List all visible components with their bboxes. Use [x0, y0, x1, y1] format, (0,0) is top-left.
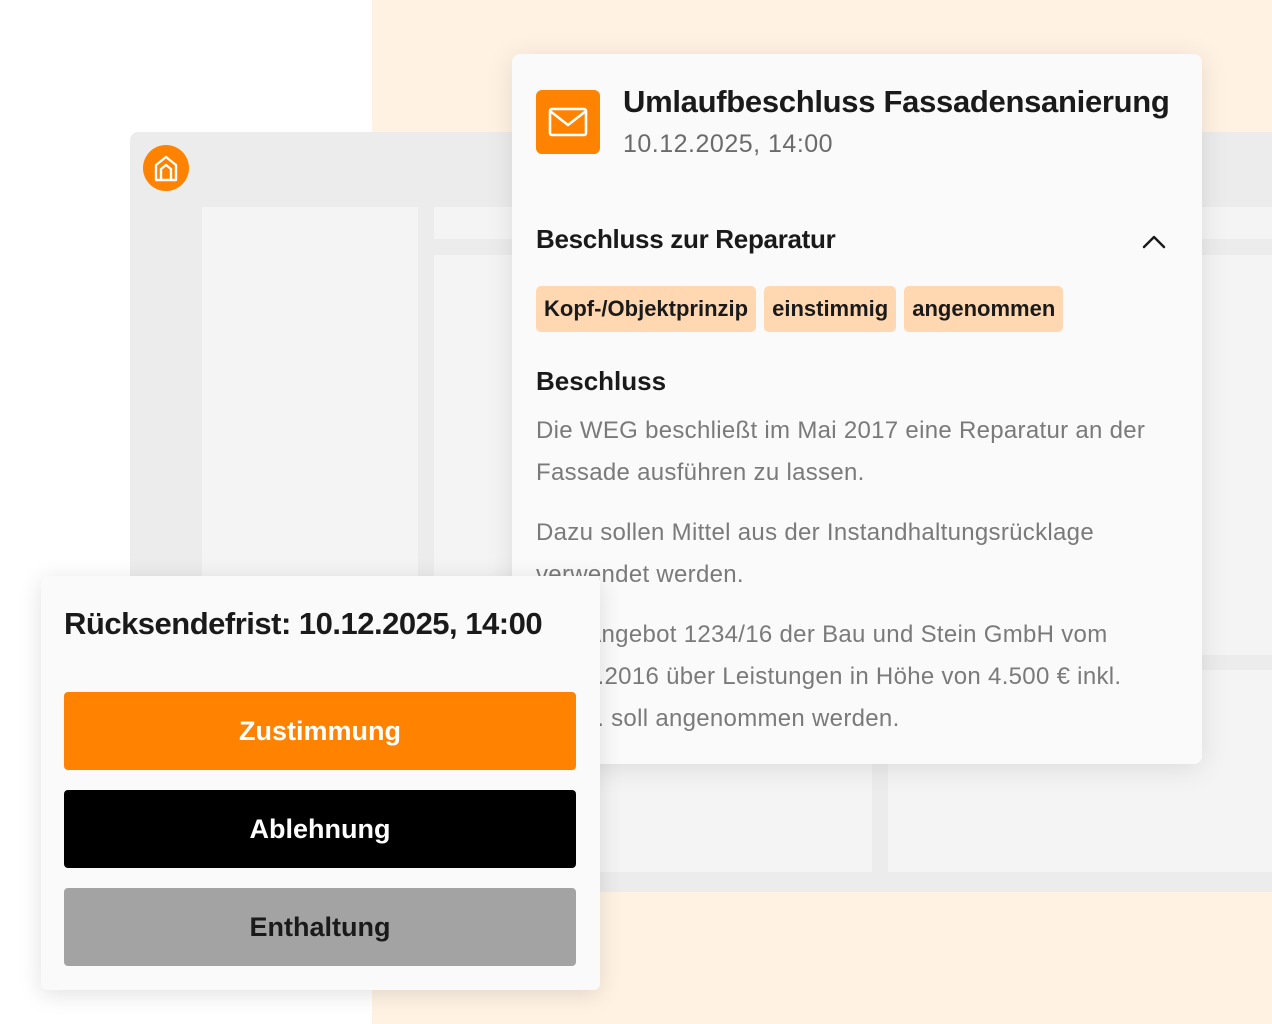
vote-card: Rücksendefrist: 10.12.2025, 14:00 Zustim… — [41, 576, 600, 990]
mail-icon — [536, 90, 600, 154]
card-title: Umlaufbeschluss Fassadensanierung — [623, 84, 1170, 119]
chevron-up-icon[interactable] — [1138, 226, 1170, 258]
house-logo-icon[interactable] — [143, 145, 189, 191]
resolution-paragraph: Die WEG beschließt im Mai 2017 eine Repa… — [536, 417, 1146, 486]
tag-accepted: angenommen — [904, 286, 1064, 332]
reject-button[interactable]: Ablehnung — [64, 790, 576, 868]
resolution-paragraph: Dazu sollen Mittel aus der Instandhaltun… — [536, 519, 1094, 588]
approve-button[interactable]: Zustimmung — [64, 692, 576, 770]
tag-principle: Kopf-/Objektprinzip — [536, 286, 757, 332]
resolution-card: Umlaufbeschluss Fassadensanierung 10.12.… — [512, 54, 1202, 764]
tag-list: Kopf-/Objektprinzip einstimmig angenomme… — [536, 286, 1064, 332]
card-date: 10.12.2025, 14:00 — [623, 130, 834, 158]
resolution-subheading: Beschluss — [536, 366, 667, 396]
section-title: Beschluss zur Reparatur — [536, 224, 836, 254]
return-deadline: Rücksendefrist: 10.12.2025, 14:00 — [64, 606, 543, 641]
abstain-button[interactable]: Enthaltung — [64, 888, 576, 966]
tag-unanimous: einstimmig — [764, 286, 897, 332]
resolution-paragraph: Das Angebot 1234/16 der Bau und Stein Gm… — [536, 621, 1122, 732]
